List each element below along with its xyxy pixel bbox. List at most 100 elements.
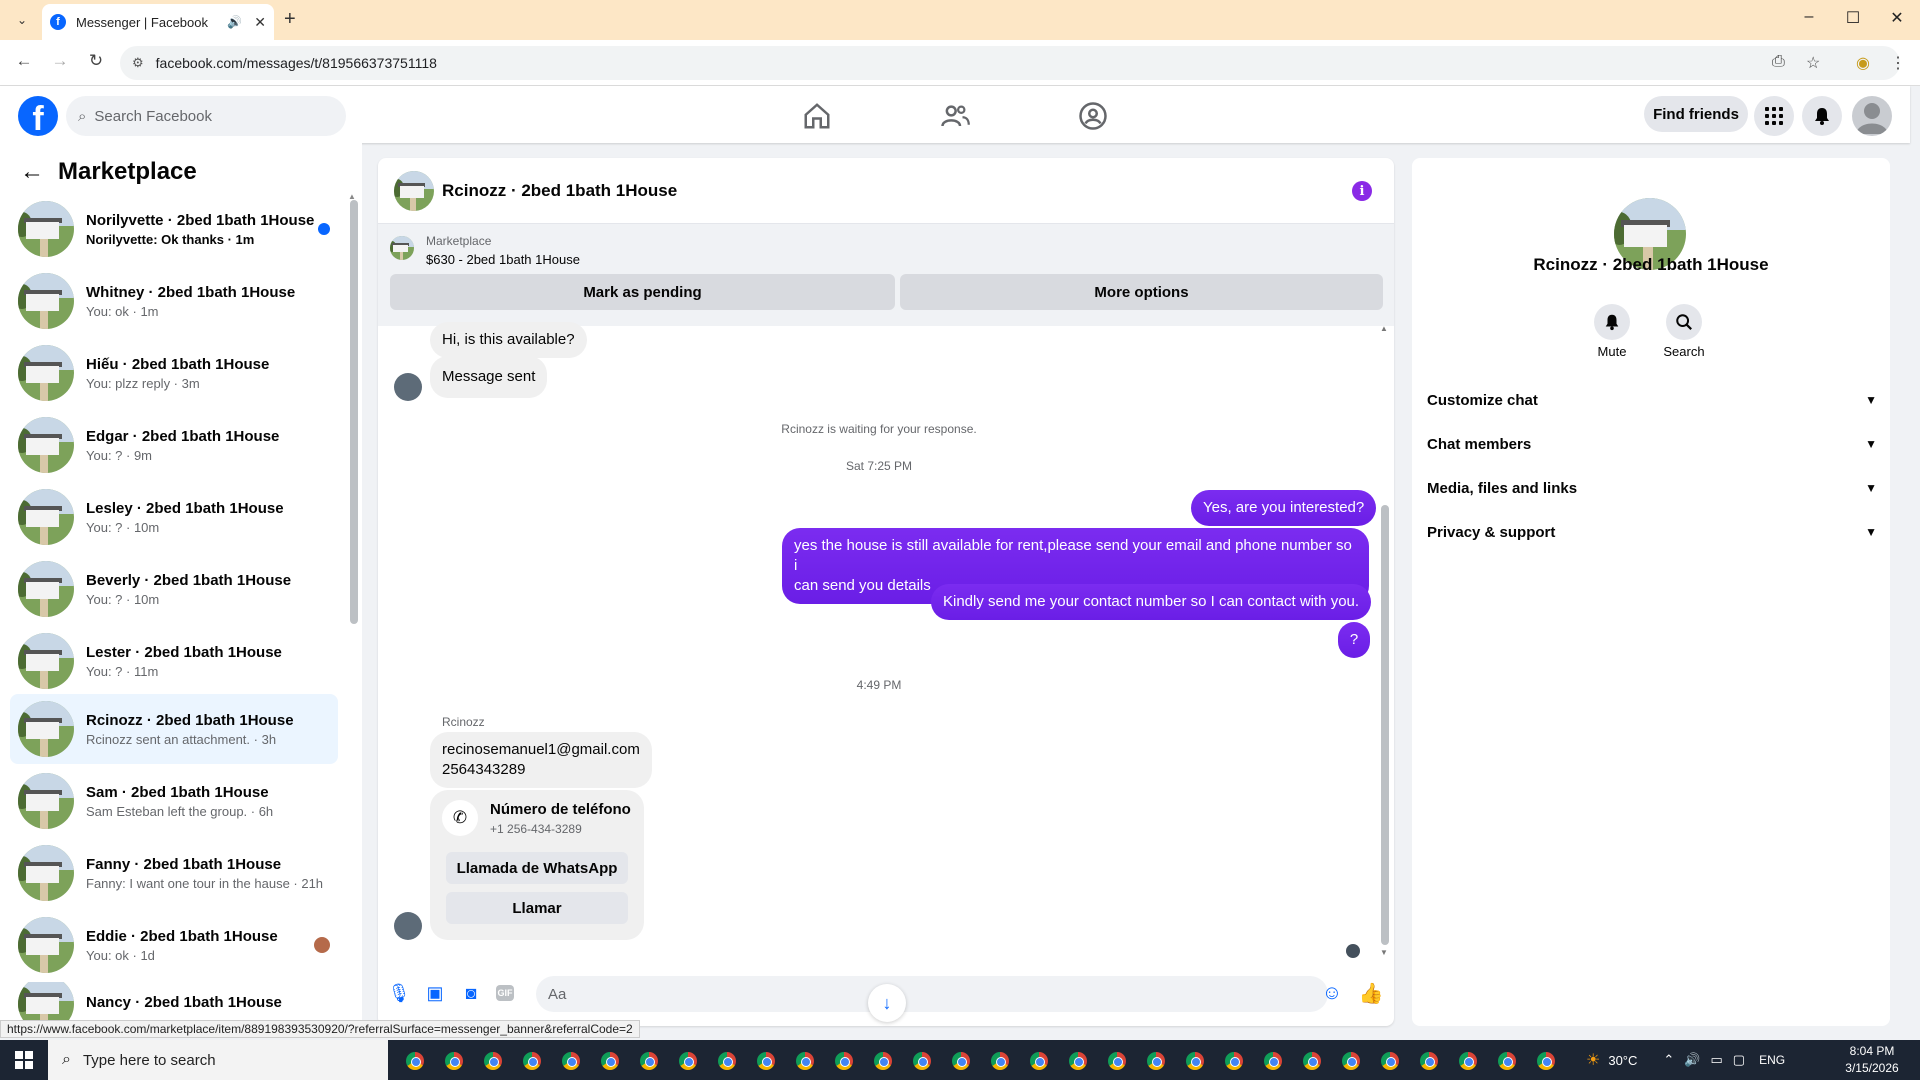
conversation-row[interactable]: Norilyvette · 2bed 1bath 1House Norilyvet…: [10, 194, 338, 264]
sender-avatar[interactable]: [394, 373, 422, 401]
sidebar-scrollbar[interactable]: [350, 200, 358, 624]
conversation-row[interactable]: Rcinozz · 2bed 1bath 1House Rcinozz sent …: [10, 694, 338, 764]
chrome-taskbar-icon[interactable]: [1184, 1050, 1206, 1072]
chrome-taskbar-icon[interactable]: [1223, 1050, 1245, 1072]
facebook-search-input[interactable]: ⌕ Search Facebook: [66, 96, 346, 136]
chat-scroll-down-icon[interactable]: ▼: [1380, 948, 1388, 957]
chrome-taskbar-icon[interactable]: [482, 1050, 504, 1072]
chat-members-row[interactable]: Chat members ▼: [1427, 424, 1877, 464]
chrome-taskbar-icon[interactable]: [1496, 1050, 1518, 1072]
outgoing-message[interactable]: Kindly send me your contact number so I …: [931, 584, 1372, 620]
groups-icon[interactable]: [1078, 101, 1108, 131]
email-text[interactable]: recinosemanuel1@gmail.com: [442, 740, 640, 760]
scroll-to-bottom-button[interactable]: ↓: [868, 984, 906, 1022]
conversation-row[interactable]: Eddie · 2bed 1bath 1House You: ok · 1d: [10, 910, 338, 980]
chrome-taskbar-icon[interactable]: [950, 1050, 972, 1072]
microphone-icon[interactable]: 🎙: [388, 982, 411, 1004]
chrome-taskbar-icon[interactable]: [833, 1050, 855, 1072]
info-icon[interactable]: i: [1352, 181, 1372, 201]
browser-menu-icon[interactable]: ⋮: [1890, 53, 1906, 73]
temperature[interactable]: 30°C: [1608, 1053, 1637, 1068]
chrome-taskbar-icon[interactable]: [989, 1050, 1011, 1072]
listing-price-title[interactable]: $630 - 2bed 1bath 1House: [426, 252, 580, 267]
chrome-taskbar-icon[interactable]: [638, 1050, 660, 1072]
notifications-bell-icon[interactable]: [1802, 96, 1842, 136]
meet-now-icon[interactable]: ▢: [1733, 1052, 1745, 1068]
outgoing-message[interactable]: ?: [1338, 622, 1370, 658]
chat-avatar[interactable]: [394, 170, 434, 211]
chrome-taskbar-icon[interactable]: [1028, 1050, 1050, 1072]
chrome-taskbar-icon[interactable]: [794, 1050, 816, 1072]
photo-icon[interactable]: ▣: [424, 982, 446, 1004]
mark-as-pending-button[interactable]: Mark as pending: [390, 274, 895, 310]
chrome-taskbar-icon[interactable]: [1067, 1050, 1089, 1072]
conversation-row[interactable]: Whitney · 2bed 1bath 1House You: ok · 1m: [10, 266, 338, 336]
volume-icon[interactable]: 🔊: [1684, 1052, 1700, 1068]
tab-search-button[interactable]: ⌄: [12, 10, 32, 30]
conversation-row[interactable]: Hiếu · 2bed 1bath 1House You: plzz reply …: [10, 338, 338, 408]
incoming-message-contact[interactable]: recinosemanuel1@gmail.com 2564343289: [430, 732, 652, 788]
audio-icon[interactable]: 🔊: [227, 15, 242, 29]
conversation-row[interactable]: Lesley · 2bed 1bath 1House You: ? · 10m: [10, 482, 338, 552]
chat-scrollbar[interactable]: [1381, 505, 1389, 945]
chrome-taskbar-icon[interactable]: [1418, 1050, 1440, 1072]
site-info-icon[interactable]: ⚙: [132, 55, 144, 71]
find-friends-button[interactable]: Find friends: [1644, 96, 1748, 132]
chat-scroll-up-icon[interactable]: ▲: [1380, 324, 1388, 333]
chrome-taskbar-icon[interactable]: [1145, 1050, 1167, 1072]
conversation-row[interactable]: Lester · 2bed 1bath 1House You: ? · 11m: [10, 626, 338, 696]
back-arrow-icon[interactable]: ←: [20, 158, 44, 186]
account-avatar[interactable]: [1852, 96, 1892, 136]
conversation-row[interactable]: Fanny · 2bed 1bath 1House Fanny: I want o…: [10, 838, 338, 908]
menu-grid-icon[interactable]: [1754, 96, 1794, 136]
call-button[interactable]: Llamar: [446, 892, 628, 924]
minimize-button[interactable]: –: [1794, 8, 1824, 26]
weather-icon[interactable]: ☀: [1586, 1050, 1600, 1070]
home-icon[interactable]: [802, 101, 832, 131]
chrome-taskbar-icon[interactable]: [1379, 1050, 1401, 1072]
new-tab-button[interactable]: +: [284, 8, 296, 31]
phone-text[interactable]: 2564343289: [442, 760, 640, 780]
chrome-taskbar-icon[interactable]: [1340, 1050, 1362, 1072]
incoming-message[interactable]: Hi, is this available?: [430, 322, 587, 358]
close-window-button[interactable]: ✕: [1882, 8, 1912, 28]
forward-button[interactable]: →: [48, 51, 72, 71]
search-in-chat-icon[interactable]: [1666, 304, 1702, 340]
message-input[interactable]: Aa: [536, 976, 1328, 1012]
taskbar-search-input[interactable]: ⌕ Type here to search: [48, 1040, 388, 1080]
sender-avatar[interactable]: [394, 912, 422, 940]
listing-thumbnail[interactable]: [390, 236, 414, 260]
conversation-row[interactable]: Edgar · 2bed 1bath 1House You: ? · 9m: [10, 410, 338, 480]
customize-chat-row[interactable]: Customize chat ▼: [1427, 380, 1877, 420]
outgoing-message[interactable]: Yes, are you interested?: [1191, 490, 1377, 526]
whatsapp-call-button[interactable]: Llamada de WhatsApp: [446, 852, 628, 884]
tab-close-icon[interactable]: ✕: [254, 14, 266, 31]
chrome-taskbar-icon[interactable]: [599, 1050, 621, 1072]
chrome-taskbar-icon[interactable]: [1301, 1050, 1323, 1072]
chrome-taskbar-icon[interactable]: [716, 1050, 738, 1072]
gif-icon[interactable]: GIF: [496, 985, 514, 1001]
chrome-taskbar-icon[interactable]: [755, 1050, 777, 1072]
maximize-button[interactable]: ☐: [1838, 8, 1868, 28]
emoji-icon[interactable]: ☺: [1321, 982, 1343, 1004]
chrome-taskbar-icon[interactable]: [1457, 1050, 1479, 1072]
browser-tab[interactable]: f Messenger | Facebook 🔊 ✕: [42, 4, 274, 40]
more-options-button[interactable]: More options: [900, 274, 1383, 310]
sticker-icon[interactable]: ◙: [460, 982, 482, 1004]
chevron-up-icon[interactable]: ⌃: [1663, 1052, 1674, 1068]
media-files-links-row[interactable]: Media, files and links ▼: [1427, 468, 1877, 508]
install-app-icon[interactable]: ⎙: [1772, 53, 1785, 71]
like-thumb-icon[interactable]: 👍: [1359, 982, 1384, 1005]
mute-bell-icon[interactable]: [1594, 304, 1630, 340]
chrome-taskbar-icon[interactable]: [1535, 1050, 1557, 1072]
chrome-taskbar-icon[interactable]: [872, 1050, 894, 1072]
reload-button[interactable]: ↻: [84, 51, 108, 71]
chrome-taskbar-icon[interactable]: [521, 1050, 543, 1072]
chrome-taskbar-icon[interactable]: [404, 1050, 426, 1072]
chrome-taskbar-icon[interactable]: [911, 1050, 933, 1072]
conversation-row[interactable]: Beverly · 2bed 1bath 1House You: ? · 10m: [10, 554, 338, 624]
privacy-support-row[interactable]: Privacy & support ▼: [1427, 512, 1877, 552]
chrome-taskbar-icon[interactable]: [443, 1050, 465, 1072]
chrome-taskbar-icon[interactable]: [1262, 1050, 1284, 1072]
chrome-taskbar-icon[interactable]: [1106, 1050, 1128, 1072]
